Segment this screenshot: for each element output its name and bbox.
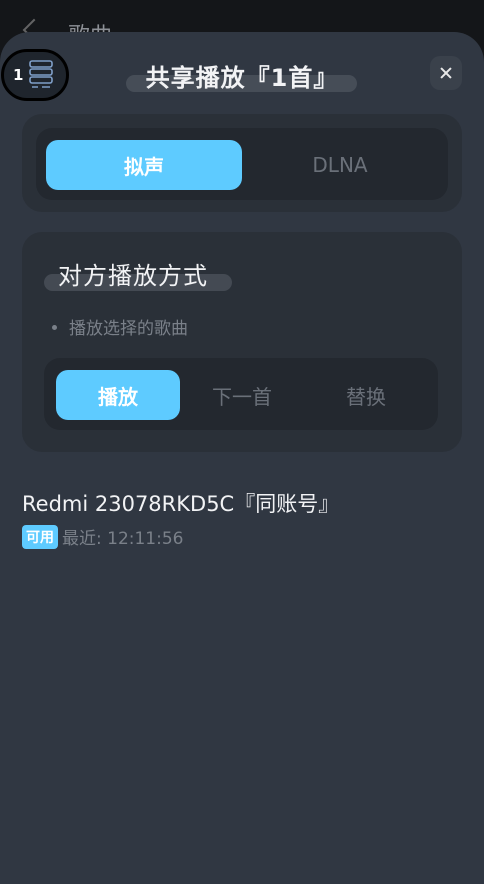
mode-option-voice[interactable]: 拟声 xyxy=(46,140,242,190)
device-item[interactable]: Redmi 23078RKD5C『同账号』 可用 最近: 12:11:56 xyxy=(22,488,339,549)
bullet-icon xyxy=(52,324,57,330)
device-name: Redmi 23078RKD5C『同账号』 xyxy=(22,492,340,516)
sheet-title: 共享播放『1首』 xyxy=(145,64,339,92)
mode-segmented-control: 拟声 DLNA xyxy=(36,128,448,200)
playback-title: 对方播放方式 xyxy=(58,262,208,290)
device-last-seen: 最近: 12:11:56 xyxy=(62,529,184,549)
playback-note: 播放选择的歌曲 xyxy=(52,314,188,339)
playback-option-play[interactable]: 播放 xyxy=(56,370,180,420)
playback-option-replace[interactable]: 替换 xyxy=(304,370,428,420)
close-button[interactable] xyxy=(430,56,462,90)
mode-option-dlna[interactable]: DLNA xyxy=(242,140,438,190)
playback-card: 对方播放方式 播放选择的歌曲 播放 下一首 替换 xyxy=(22,232,462,452)
device-meta: 可用 最近: 12:11:56 xyxy=(22,524,339,549)
mode-card: 拟声 DLNA xyxy=(22,114,462,212)
playback-segmented-control: 播放 下一首 替换 xyxy=(44,358,438,430)
playback-note-text: 播放选择的歌曲 xyxy=(69,319,188,339)
playback-option-next[interactable]: 下一首 xyxy=(180,370,304,420)
share-play-sheet: 1 共享播放『1首』 拟声 DLNA 对方播放方式 播放选择的歌曲 播放 下一首… xyxy=(0,32,484,884)
device-status-badge: 可用 xyxy=(22,524,58,549)
